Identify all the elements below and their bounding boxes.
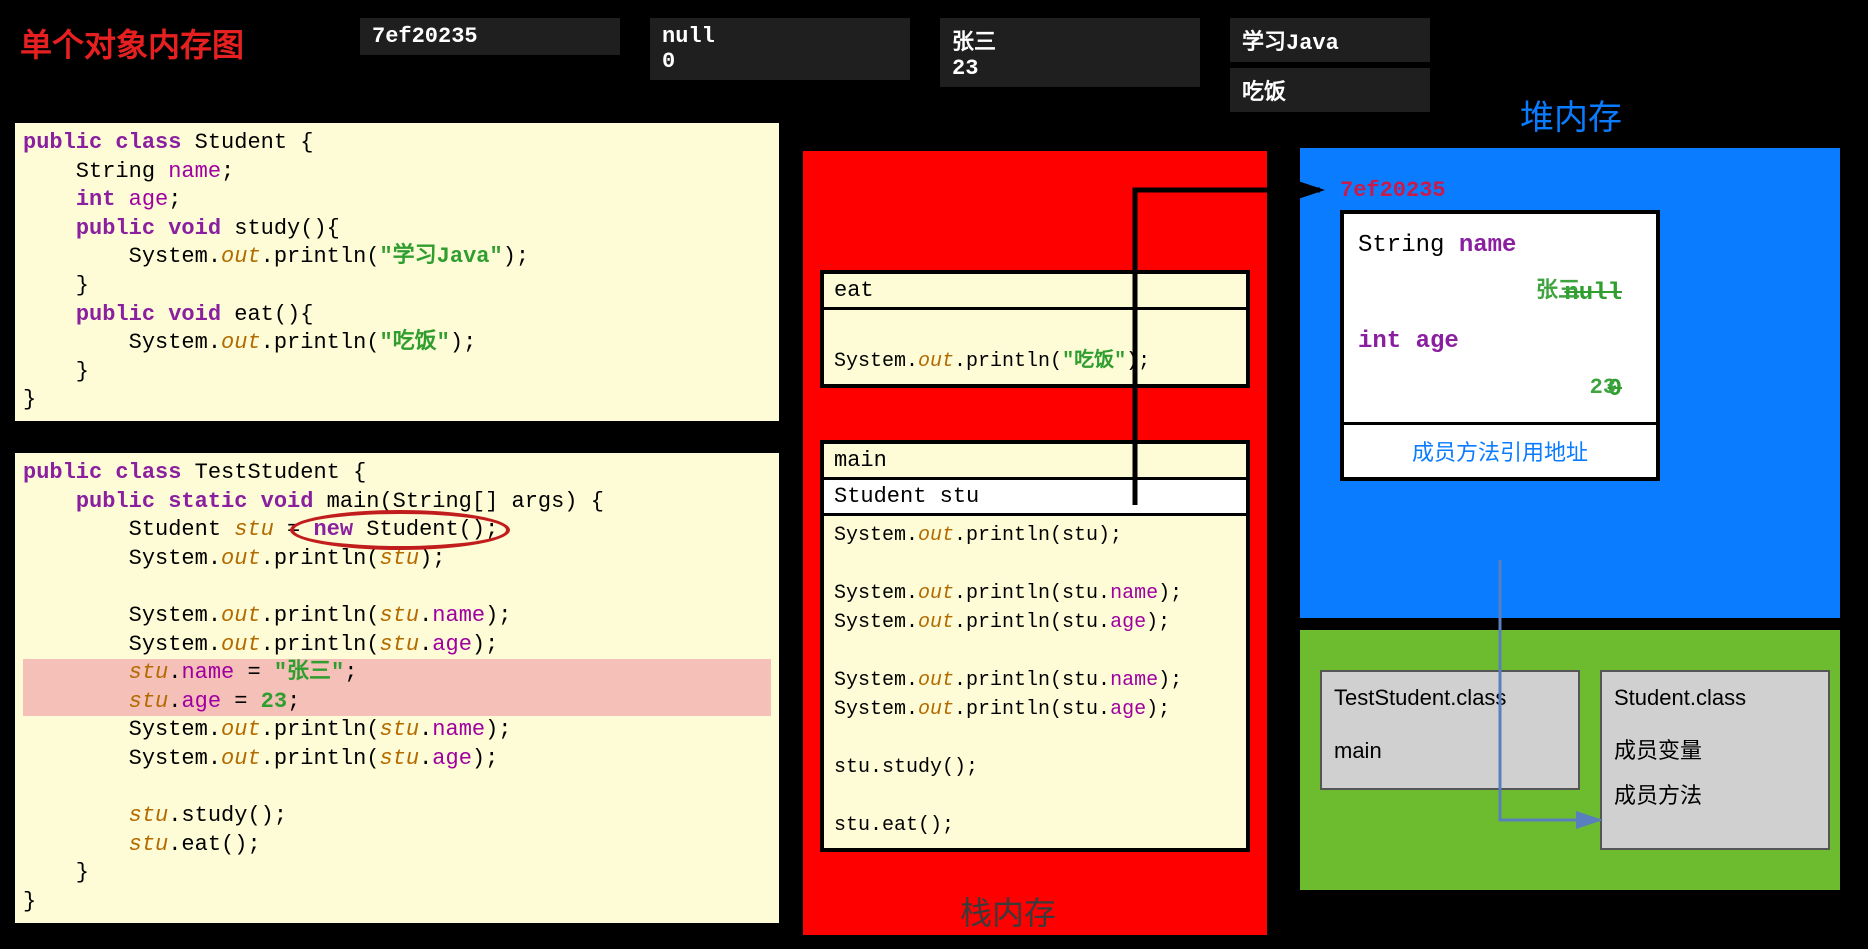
frame-body-main: System.out.println(stu); System.out.prin… (824, 513, 1246, 848)
stack-frame-main: main Student stu System.out.println(stu)… (820, 440, 1250, 852)
code-teststudent: public class TestStudent { public static… (12, 450, 782, 926)
diagram-title: 单个对象内存图 (20, 20, 244, 66)
heap-address: 7ef20235 (1340, 178, 1446, 203)
class-member-method: 成员方法 (1614, 778, 1816, 813)
class-name-2: Student.class (1614, 680, 1816, 715)
frame-body-eat: System.out.println("吃饭"); (824, 310, 1246, 384)
frame-row-stu: Student stu (821, 477, 1249, 516)
heap-object: String name null 张三 int age 0 23 成员方法引用地… (1340, 210, 1660, 481)
class-box-teststudent: TestStudent.class main (1320, 670, 1580, 790)
output-box-4b: 吃饭 (1230, 68, 1430, 112)
heap-field-name: String name (1358, 222, 1642, 270)
heap-value-age: 0 23 (1358, 366, 1642, 414)
class-member-var: 成员变量 (1614, 733, 1816, 768)
frame-header-eat: eat (824, 274, 1246, 310)
stack-label: 栈内存 (960, 888, 1056, 934)
output-box-3: 张三 23 (940, 18, 1200, 87)
output-box-1: 7ef20235 (360, 18, 620, 55)
heap-field-age: int age (1358, 318, 1642, 366)
code-student: public class Student { String name; int … (12, 120, 782, 424)
heap-value-name: null 张三 (1358, 270, 1642, 318)
stack-frame-eat: eat System.out.println("吃饭"); (820, 270, 1250, 388)
heap-object-body: String name null 张三 int age 0 23 (1344, 214, 1656, 422)
class-box-student: Student.class 成员变量 成员方法 (1600, 670, 1830, 850)
output-box-2: null 0 (650, 18, 910, 80)
heap-title: 堆内存 (1520, 90, 1622, 139)
frame-header-main: main (824, 444, 1246, 480)
output-box-4a: 学习Java (1230, 18, 1430, 62)
heap-object-footer: 成员方法引用地址 (1344, 422, 1656, 477)
class-name-1: TestStudent.class (1334, 680, 1566, 715)
class-method-1: main (1334, 733, 1566, 768)
